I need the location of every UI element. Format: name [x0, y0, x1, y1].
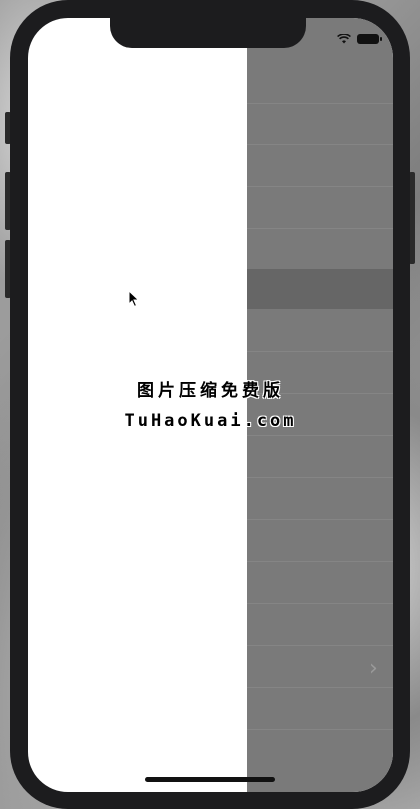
- status-bar: [337, 34, 382, 44]
- chevron-right-icon[interactable]: ›: [369, 656, 378, 681]
- battery-icon: [357, 34, 382, 44]
- row-divider: [247, 687, 393, 688]
- row-divider: [247, 103, 393, 104]
- notch: [110, 18, 306, 48]
- highlighted-row[interactable]: [247, 269, 393, 309]
- watermark-domain: TuHaoKuai.com: [124, 411, 297, 431]
- row-divider: [247, 351, 393, 352]
- row-divider: [247, 645, 393, 646]
- row-divider: [247, 228, 393, 229]
- device-screen: › 图片压缩免费版 TuHaoKuai.com: [28, 18, 393, 792]
- row-divider: [247, 603, 393, 604]
- row-divider: [247, 519, 393, 520]
- row-divider: [247, 729, 393, 730]
- home-indicator[interactable]: [145, 777, 275, 782]
- watermark: 图片压缩免费版 TuHaoKuai.com: [28, 376, 393, 431]
- row-divider: [247, 435, 393, 436]
- row-divider: [247, 561, 393, 562]
- row-divider: [247, 144, 393, 145]
- row-divider: [247, 186, 393, 187]
- mouse-pointer-icon: [128, 290, 140, 308]
- wifi-icon: [337, 34, 351, 44]
- watermark-title: 图片压缩免费版: [137, 381, 284, 401]
- row-divider: [247, 477, 393, 478]
